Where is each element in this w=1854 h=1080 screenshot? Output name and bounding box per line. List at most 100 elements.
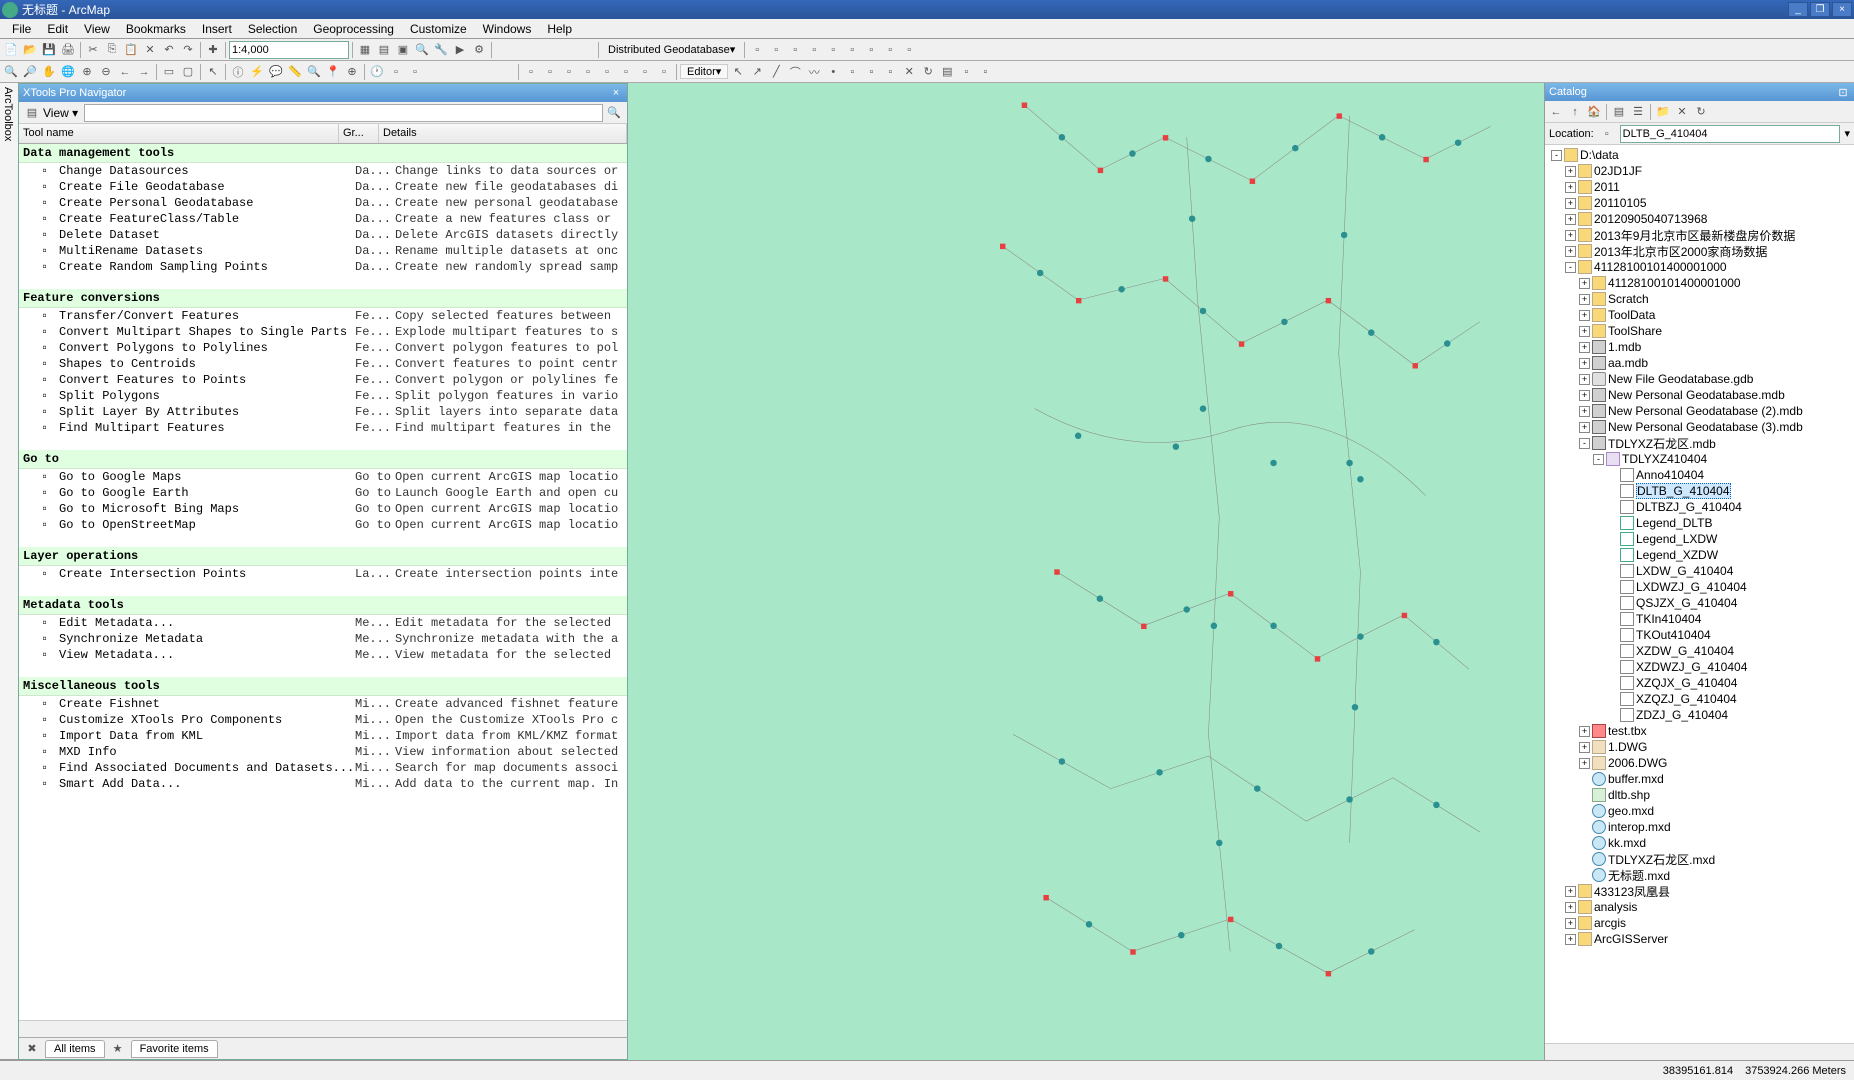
editor-toolbar-icon[interactable]: ▦ [356,41,374,59]
dgd-icon[interactable]: ▫ [748,41,766,59]
nav-tool-item[interactable]: ▫Go to Google EarthGo toLaunch Google Ea… [19,485,627,501]
nav-tool-item[interactable]: ▫Split Layer By AttributesFe...Split lay… [19,404,627,420]
menu-customize[interactable]: Customize [402,20,475,38]
georef-icon[interactable]: ▫ [598,63,616,81]
catalog-item[interactable]: kk.mxd [1547,835,1852,851]
dgd-icon[interactable]: ▫ [843,41,861,59]
catalog-item[interactable]: +20110105 [1547,195,1852,211]
dgd-icon[interactable]: ▫ [862,41,880,59]
tree-toggle-icon[interactable]: + [1579,374,1590,385]
catalog-item[interactable]: TDLYXZ石龙区.mxd [1547,851,1852,867]
restore-button[interactable]: ❐ [1810,2,1830,17]
home-icon[interactable]: 🏠 [1585,103,1603,121]
zoom-out-icon[interactable]: 🔎 [21,63,39,81]
menu-edit[interactable]: Edit [39,20,76,38]
georef-icon[interactable]: ▫ [560,63,578,81]
nav-tool-item[interactable]: ▫Convert Polygons to PolylinesFe...Conve… [19,340,627,356]
print-icon[interactable]: 🖨 [59,41,77,59]
search-icon[interactable]: 🔍 [605,104,623,122]
catalog-item[interactable]: +2006.DWG [1547,755,1852,771]
catalog-item[interactable]: XZQZJ_G_410404 [1547,691,1852,707]
tree-toggle-icon[interactable]: + [1565,902,1576,913]
new-icon[interactable]: 📄 [2,41,20,59]
tree-toggle-icon[interactable]: + [1565,214,1576,225]
tree-toggle-icon[interactable]: + [1565,198,1576,209]
create-features-icon[interactable]: ▫ [976,63,994,81]
catalog-item[interactable]: +aa.mdb [1547,355,1852,371]
catalog-item[interactable]: +1.DWG [1547,739,1852,755]
catalog-item[interactable]: +2013年9月北京市区最新楼盘房价数据 [1547,227,1852,243]
catalog-item[interactable]: XZDW_G_410404 [1547,643,1852,659]
toolbox-icon[interactable]: 🔧 [432,41,450,59]
view-menu-icon[interactable]: ▤ [23,104,41,122]
menu-windows[interactable]: Windows [475,20,540,38]
back-icon[interactable]: ← [1547,103,1565,121]
nav-tool-item[interactable]: ▫Transfer/Convert FeaturesFe...Copy sele… [19,308,627,324]
add-data-icon[interactable]: ✚ [204,41,222,59]
nav-tool-item[interactable]: ▫Create Personal GeodatabaseDa...Create … [19,195,627,211]
trace-icon[interactable]: 〰 [805,63,823,81]
paste-icon[interactable]: 📋 [122,41,140,59]
find-route-icon[interactable]: 📍 [324,63,342,81]
html-popup-icon[interactable]: 💬 [267,63,285,81]
panel-close-icon[interactable]: × [609,86,623,100]
dgd-icon[interactable]: ▫ [786,41,804,59]
disconnect-icon[interactable]: ✕ [1673,103,1691,121]
catalog-item[interactable]: +20120905040713968 [1547,211,1852,227]
nav-tool-item[interactable]: ▫Change DatasourcesDa...Change links to … [19,163,627,179]
catalog-item[interactable]: +arcgis [1547,915,1852,931]
tree-toggle-icon[interactable]: + [1579,342,1590,353]
tree-toggle-icon[interactable]: + [1579,390,1590,401]
catalog-item[interactable]: LXDWZJ_G_410404 [1547,579,1852,595]
fixed-zoom-out-icon[interactable]: ⊖ [97,63,115,81]
tree-toggle-icon[interactable]: + [1579,726,1590,737]
catalog-item[interactable]: -D:\data [1547,147,1852,163]
python-icon[interactable]: ▶ [451,41,469,59]
nav-tool-item[interactable]: ▫Edit Metadata...Me...Edit metadata for … [19,615,627,631]
pan-icon[interactable]: ✋ [40,63,58,81]
nav-section[interactable]: Go to [19,450,627,469]
menu-help[interactable]: Help [539,20,580,38]
header-toolname[interactable]: Tool name [19,124,339,143]
catalog-item[interactable]: geo.mxd [1547,803,1852,819]
tree-toggle-icon[interactable]: + [1565,918,1576,929]
dgd-icon[interactable]: ▫ [767,41,785,59]
nav-section[interactable]: Metadata tools [19,596,627,615]
nav-section[interactable]: Layer operations [19,547,627,566]
georef-icon[interactable]: ▫ [617,63,635,81]
tree-toggle-icon[interactable]: - [1593,454,1604,465]
connect-folder-icon[interactable]: 📁 [1654,103,1672,121]
scale-input[interactable]: 1:4,000 [229,41,349,59]
nav-tool-item[interactable]: ▫MXD InfoMi...View information about sel… [19,744,627,760]
select-icon[interactable]: ▭ [160,63,178,81]
tree-toggle-icon[interactable]: + [1579,278,1590,289]
georef-icon[interactable]: ▫ [579,63,597,81]
nav-tool-item[interactable]: ▫Synchronize MetadataMe...Synchronize me… [19,631,627,647]
tab-favorite[interactable]: Favorite items [131,1040,218,1058]
catalog-item[interactable]: XZDWZJ_G_410404 [1547,659,1852,675]
catalog-item[interactable]: +433123凤凰县 [1547,883,1852,899]
catalog-item[interactable]: +New Personal Geodatabase (3).mdb [1547,419,1852,435]
catalog-item[interactable]: +2013年北京市区2000家商场数据 [1547,243,1852,259]
identify-icon[interactable]: ⓘ [229,63,247,81]
menu-view[interactable]: View [76,20,118,38]
nav-tool-item[interactable]: ▫Create FishnetMi...Create advanced fish… [19,696,627,712]
tree-toggle-icon[interactable]: + [1565,182,1576,193]
tree-toggle-icon[interactable]: + [1579,326,1590,337]
save-icon[interactable]: 💾 [40,41,58,59]
catalog-item[interactable]: +test.tbx [1547,723,1852,739]
catalog-item[interactable]: TKIn410404 [1547,611,1852,627]
refresh-icon[interactable]: ↻ [1692,103,1710,121]
toc-icon[interactable]: ▤ [375,41,393,59]
tree-toggle-icon[interactable]: - [1579,438,1590,449]
dgd-icon[interactable]: ▫ [805,41,823,59]
nav-tool-item[interactable]: ▫Create Intersection PointsLa...Create i… [19,566,627,582]
nav-tool-item[interactable]: ▫Customize XTools Pro ComponentsMi...Ope… [19,712,627,728]
catalog-item[interactable]: TKOut410404 [1547,627,1852,643]
menu-file[interactable]: File [4,20,39,38]
pointer-icon[interactable]: ↖ [204,63,222,81]
edit-tool-icon[interactable]: ↖ [729,63,747,81]
georef-icon[interactable]: ▫ [522,63,540,81]
edit-tool-icon[interactable]: ↗ [748,63,766,81]
catalog-item[interactable]: DLTBZJ_G_410404 [1547,499,1852,515]
